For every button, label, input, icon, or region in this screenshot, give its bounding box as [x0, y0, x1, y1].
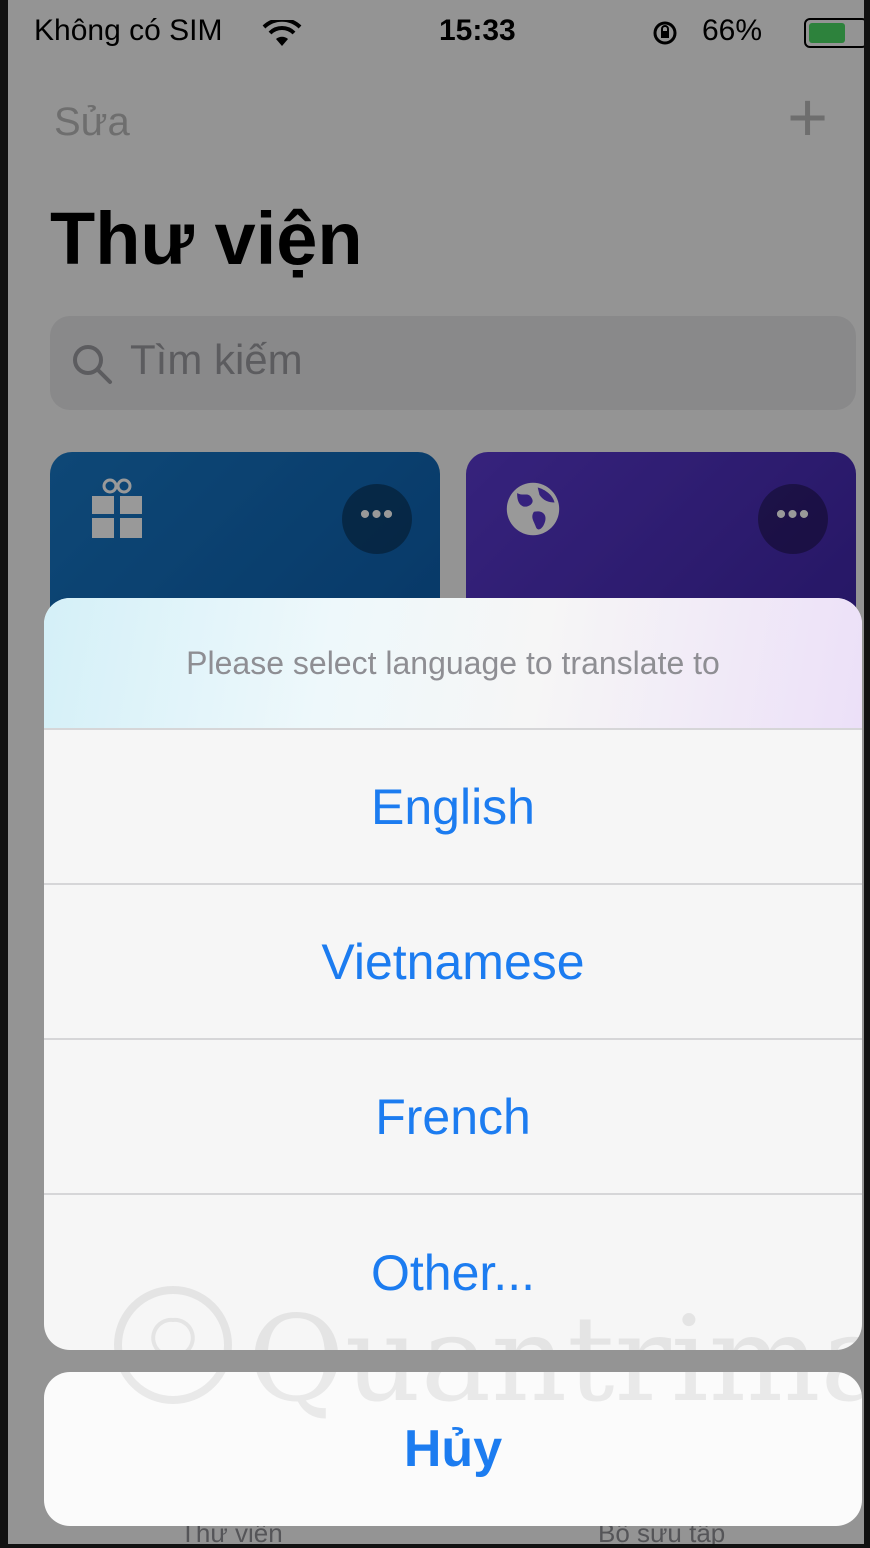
language-action-sheet: Please select language to translate to E… — [44, 598, 862, 1350]
action-sheet-title: Please select language to translate to — [186, 644, 720, 681]
action-sheet-header: Please select language to translate to — [44, 598, 862, 730]
option-french[interactable]: French — [44, 1040, 862, 1195]
option-vietnamese[interactable]: Vietnamese — [44, 885, 862, 1040]
option-other[interactable]: Other... — [44, 1195, 862, 1350]
phone-screen: Không có SIM 15:33 66% ⚡ Sửa + Thư viện … — [0, 0, 870, 1548]
option-english[interactable]: English — [44, 730, 862, 885]
cancel-button[interactable]: Hủy — [44, 1372, 862, 1526]
